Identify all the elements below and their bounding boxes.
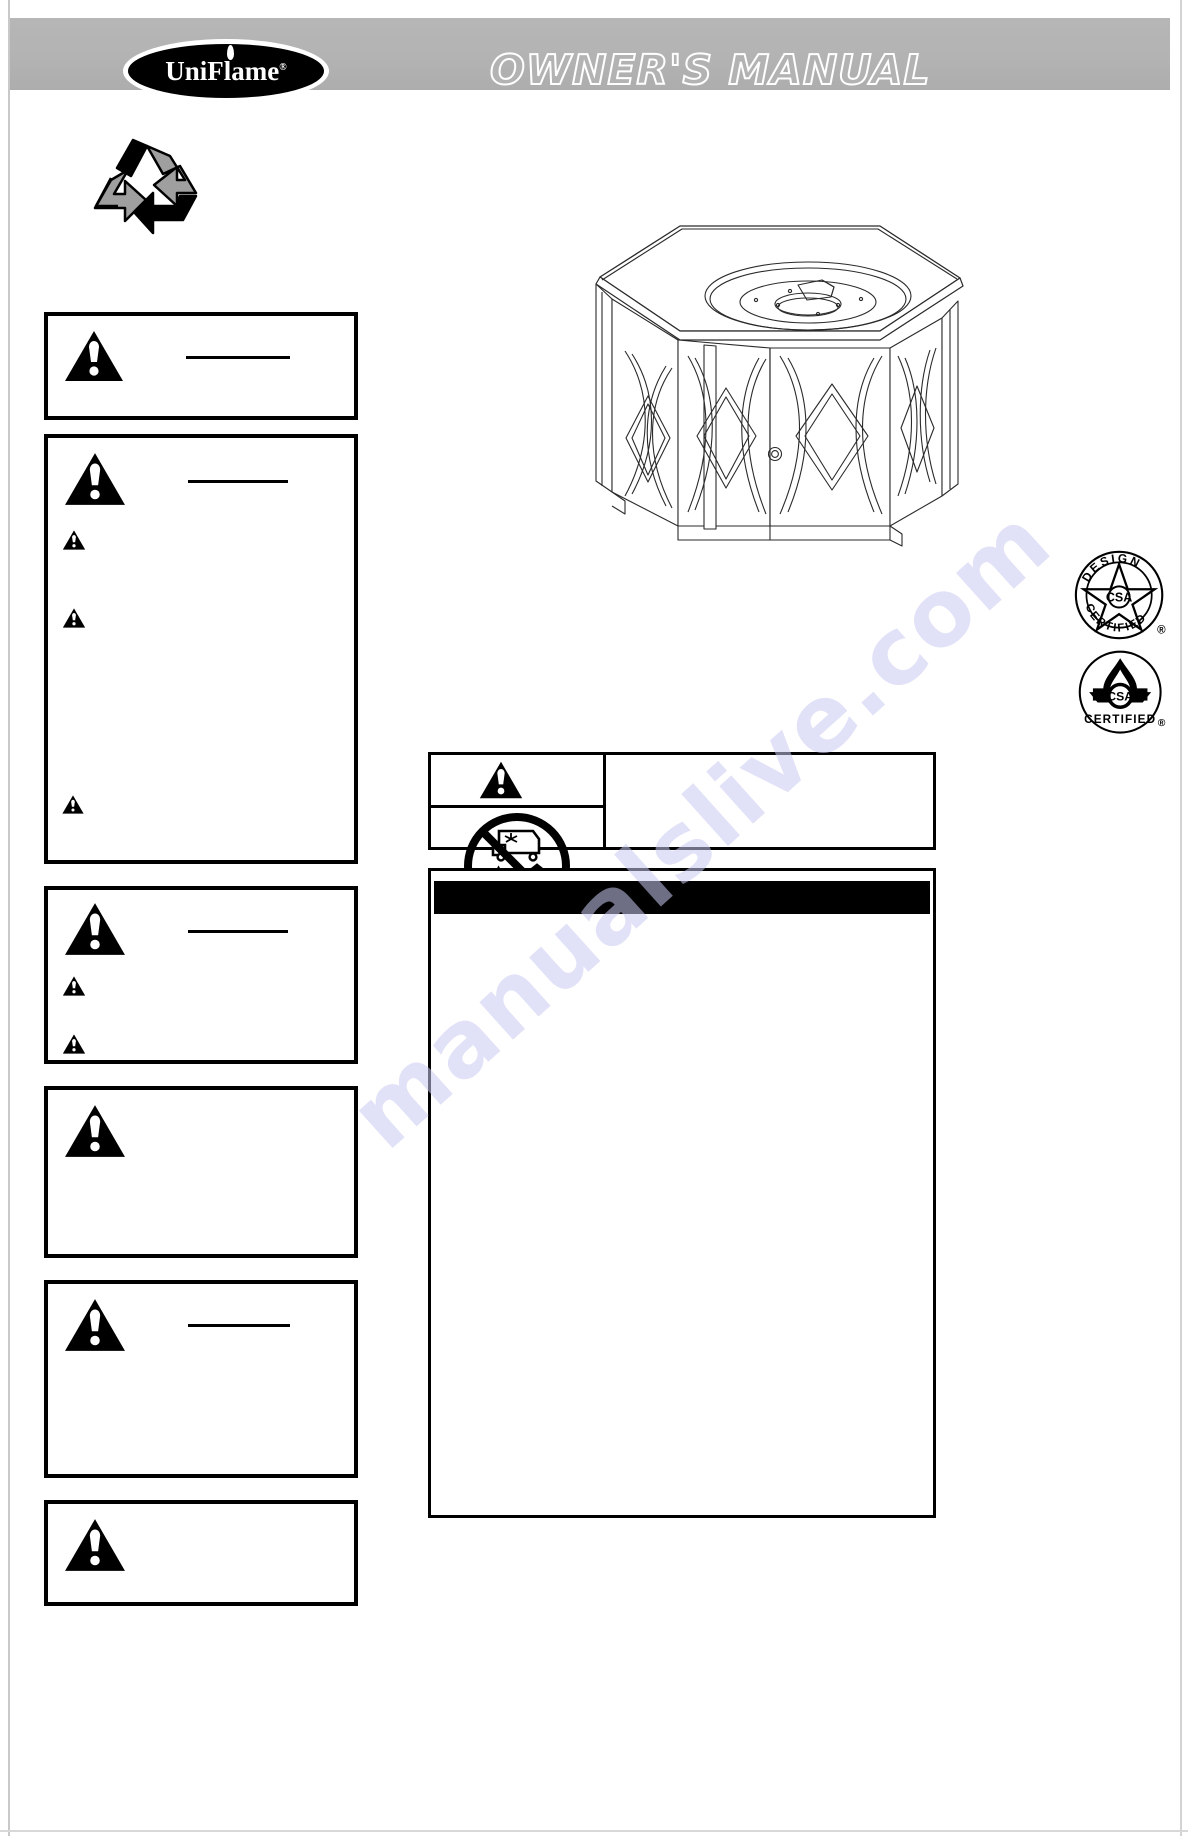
svg-text:CSA: CSA bbox=[1106, 591, 1132, 605]
brand-name: UniFlame bbox=[165, 55, 280, 86]
warning-heading-rule bbox=[186, 356, 290, 359]
warning-box-5 bbox=[44, 1280, 358, 1478]
warning-box-4 bbox=[44, 1086, 358, 1258]
warning-triangle-bullet-icon bbox=[62, 795, 84, 814]
page-title: OWNER'S MANUAL bbox=[489, 45, 931, 95]
warning-triangle-bullet-icon bbox=[62, 1034, 86, 1054]
uniflame-logo-text: UniFlame® bbox=[165, 44, 287, 87]
warning-triangle-icon bbox=[479, 761, 523, 799]
box-divider-vertical bbox=[603, 755, 606, 847]
registered-mark: ® bbox=[279, 61, 287, 73]
scan-edge-right bbox=[1180, 0, 1182, 1836]
svg-text:CSA: CSA bbox=[1107, 690, 1133, 704]
page-header: UniFlame® OWNER'S MANUAL bbox=[10, 18, 1170, 98]
warning-triangle-icon bbox=[65, 903, 125, 955]
warning-heading-rule bbox=[188, 480, 288, 483]
svg-text:®: ® bbox=[1158, 718, 1166, 729]
warning-triangle-icon bbox=[65, 1105, 125, 1157]
svg-text:®: ® bbox=[1157, 624, 1166, 636]
recycle-icon bbox=[93, 138, 198, 235]
warning-triangle-icon bbox=[65, 1299, 125, 1351]
warning-triangle-icon bbox=[65, 1519, 125, 1571]
box-divider-horizontal bbox=[431, 805, 603, 808]
warning-triangle-icon bbox=[65, 331, 123, 381]
warning-triangle-bullet-icon bbox=[62, 530, 86, 550]
warning-triangle-icon bbox=[65, 453, 125, 505]
design-certified-badge: CSA DESIGN CERTIFIED ® bbox=[1074, 550, 1166, 640]
warning-box-2 bbox=[44, 434, 358, 864]
uniflame-logo: UniFlame® bbox=[128, 44, 324, 98]
warning-box-3 bbox=[44, 886, 358, 1064]
warning-triangle-bullet-icon bbox=[62, 976, 86, 996]
scan-edge-bottom bbox=[0, 1830, 1188, 1832]
fire-pit-illustration bbox=[595, 225, 964, 547]
scan-edge-left bbox=[8, 0, 10, 1836]
notice-panel bbox=[428, 868, 936, 1518]
prohibition-notice-box bbox=[428, 752, 936, 919]
warning-heading-rule bbox=[188, 930, 288, 933]
warning-box-1 bbox=[44, 312, 358, 420]
warning-box-6 bbox=[44, 1500, 358, 1606]
flame-icon bbox=[227, 44, 235, 60]
notice-panel-header-bar bbox=[434, 881, 930, 914]
badge-bottom-text: CERTIFIED bbox=[1084, 713, 1156, 726]
warning-triangle-bullet-icon bbox=[62, 608, 86, 628]
warning-heading-rule bbox=[188, 1324, 290, 1327]
manual-page: UniFlame® OWNER'S MANUAL CSA DESIGN CERT… bbox=[0, 0, 1188, 1836]
csa-flame-certified-badge: CSA CERTIFIED ® bbox=[1078, 650, 1166, 734]
